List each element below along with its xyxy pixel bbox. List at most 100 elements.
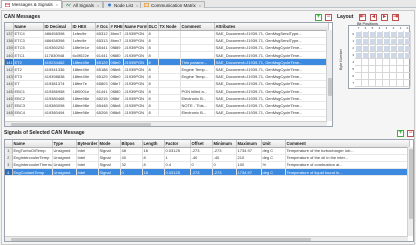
- bit-cell[interactable]: [404, 73, 411, 80]
- bit-cell[interactable]: [383, 66, 390, 73]
- messages-col-header[interactable]: TX Node: [158, 23, 181, 31]
- signals-col-header[interactable]: Unit: [261, 140, 286, 148]
- message-row[interactable]: 139 ETC5 419360292 18fe9e1e 65441 0f889 J1939P…: [5, 44, 329, 53]
- bit-cell[interactable]: [362, 66, 369, 73]
- bit-cell[interactable]: [397, 59, 404, 66]
- message-row[interactable]: 145 EBC1 419386958 18f0001e 61441 0f880 J1939P…: [5, 87, 329, 96]
- messages-col-header[interactable]: # RHE: [109, 23, 124, 31]
- bit-cell[interactable]: [369, 73, 376, 80]
- scrollbar-thumb[interactable]: [11, 238, 311, 241]
- signals-col-header[interactable]: Name: [12, 140, 53, 148]
- message-row[interactable]: 146 EBC2 419380468 18fee98e 65215 0f8bf J1939P…: [5, 94, 329, 103]
- move-right-button[interactable]: ▸: [381, 14, 388, 21]
- tab-communication-matrix[interactable]: Communication Matrix ×: [140, 1, 206, 8]
- bit-cell[interactable]: [397, 73, 404, 80]
- bit-cell[interactable]: [355, 66, 362, 73]
- bit-cell[interactable]: [390, 73, 397, 80]
- byte-number-label: 6: [352, 74, 354, 78]
- messages-col-header[interactable]: ID HEX: [71, 23, 96, 31]
- signals-col-header[interactable]: Length: [142, 140, 165, 148]
- messages-col-header[interactable]: # Occ: [95, 23, 110, 31]
- tab-node-list[interactable]: Node List ×: [103, 1, 143, 8]
- bit-cell[interactable]: [383, 80, 390, 87]
- close-icon[interactable]: ×: [97, 3, 99, 8]
- signals-col-header[interactable]: Mode: [98, 140, 121, 148]
- message-row[interactable]: 140 ETC1 117830948 6c0f022e 61441 0f880 J1939P…: [5, 51, 329, 60]
- messages-col-header[interactable]: DLC: [147, 23, 159, 31]
- bit-cell[interactable]: [390, 80, 397, 87]
- remove-signal-button[interactable]: −: [407, 130, 414, 137]
- bit-cell[interactable]: [369, 66, 376, 73]
- move-first-button[interactable]: ⇤: [359, 14, 366, 21]
- message-row[interactable]: 143 ET3 419398838 18fee49e 65129 0f8e0 J1939PG…: [5, 73, 329, 81]
- bit-cell[interactable]: [369, 80, 376, 87]
- bit-cell[interactable]: [376, 73, 383, 80]
- bit-cell[interactable]: [369, 59, 376, 66]
- bit-cell[interactable]: [355, 73, 362, 80]
- bit-cell[interactable]: [397, 66, 404, 73]
- remove-message-button[interactable]: −: [325, 14, 332, 21]
- signals-col-header[interactable]: Maximum: [236, 140, 262, 148]
- message-row[interactable]: 142 ET2 419341336 18fee49e 65188 0f8e8 J1939PG…: [5, 65, 329, 74]
- bit-cell[interactable]: [376, 80, 383, 87]
- bit-cell[interactable]: [376, 59, 383, 66]
- messages-col-header[interactable]: ID Decimal: [43, 23, 72, 31]
- bit-cell[interactable]: [404, 66, 411, 73]
- messages-horizontal-scrollbar[interactable]: [5, 121, 327, 126]
- message-row[interactable]: 144 ET 419381374 18fee7e 65803 0f8e7 J1939PGN 8…: [5, 80, 329, 89]
- bit-cell[interactable]: [383, 73, 390, 80]
- bit-cell[interactable]: [376, 66, 383, 73]
- message-row[interactable]: 147 EBC3 419380098 18fee98e 65448 0f8e8 J1939P…: [5, 101, 329, 110]
- close-icon[interactable]: ×: [136, 3, 138, 8]
- signals-col-header[interactable]: Comment: [285, 140, 410, 148]
- bit-cell[interactable]: [404, 59, 411, 66]
- add-signal-button[interactable]: +: [397, 130, 404, 137]
- signals-col-header[interactable]: Bitpos: [120, 140, 143, 148]
- bit-cell[interactable]: [362, 59, 369, 66]
- signals-col-header[interactable]: Offset: [190, 140, 213, 148]
- table-cell: [180, 30, 215, 38]
- signals-col-header[interactable]: Factor: [164, 140, 191, 148]
- signal-row[interactable]: 4 EngCoolantTemp Unsigned Intel Signal 0 16 0.0…: [5, 168, 410, 177]
- scrollbar-thumb[interactable]: [11, 123, 151, 126]
- messages-vertical-scrollbar[interactable]: [326, 30, 332, 121]
- message-row[interactable]: 138 ETC3 486458398 1cfec9e 65313 8hex7 J1939PG…: [5, 37, 329, 45]
- scrollbar-thumb[interactable]: [409, 149, 413, 219]
- tab-all-signals[interactable]: All Signals ×: [62, 1, 104, 8]
- signal-row[interactable]: 1 EngTurboOilTemp Unsigned Intel Signal 48 16 0…: [5, 147, 410, 155]
- messages-col-header[interactable]: Name Format: [123, 23, 148, 31]
- add-message-button[interactable]: +: [315, 14, 322, 21]
- bit-cell[interactable]: [390, 59, 397, 66]
- bit-cell[interactable]: [404, 80, 411, 87]
- move-left-button[interactable]: ◂: [370, 14, 377, 21]
- bit-cell[interactable]: [383, 59, 390, 66]
- messages-col-header[interactable]: [5, 23, 14, 31]
- messages-col-header[interactable]: Name: [13, 23, 44, 31]
- signals-col-header[interactable]: [5, 140, 13, 148]
- move-last-button[interactable]: ⇥: [392, 14, 399, 21]
- messages-col-header[interactable]: Attributes: [214, 23, 329, 31]
- signal-row[interactable]: 3EngIntercoolerThermActUnsignedIntelSign…: [5, 161, 410, 170]
- message-row[interactable]: 137 ETC4 486458398 1cfec9e 65312 8hex7 J1939PG…: [5, 30, 329, 38]
- tab-messages-signals[interactable]: Messages & Signals ×: [1, 0, 63, 8]
- message-row[interactable]: 141 ET2 419234462 18fee49e 65129 0f8e0 J1939PG…: [5, 58, 329, 67]
- signals-col-header[interactable]: Minimum: [212, 140, 237, 148]
- signals-col-header[interactable]: Type: [52, 140, 77, 148]
- bit-cell[interactable]: [397, 80, 404, 87]
- close-icon[interactable]: ×: [56, 2, 58, 7]
- bit-cell[interactable]: [362, 73, 369, 80]
- bit-cell[interactable]: [355, 59, 362, 66]
- messages-col-header[interactable]: Comment: [180, 23, 215, 31]
- bit-cell[interactable]: [390, 66, 397, 73]
- scrollbar-thumb[interactable]: [328, 78, 332, 96]
- bit-fill: [390, 52, 396, 58]
- bit-layout-grid[interactable]: 7654321001234567: [348, 25, 411, 89]
- close-icon[interactable]: ×: [199, 3, 201, 8]
- message-row[interactable]: 148 EBC4 419380494 18fee98e 65208 0f8b8 J1939P…: [5, 109, 329, 117]
- signal-row[interactable]: 2 EngIntercoolerTemp Unsigned Intel Signal 40…: [5, 154, 410, 162]
- bit-cell[interactable]: [355, 80, 362, 87]
- signals-vertical-scrollbar[interactable]: [407, 147, 413, 236]
- bit-cell[interactable]: [362, 80, 369, 87]
- signals-col-header[interactable]: Byteorder: [76, 140, 99, 148]
- signals-horizontal-scrollbar[interactable]: [5, 236, 408, 241]
